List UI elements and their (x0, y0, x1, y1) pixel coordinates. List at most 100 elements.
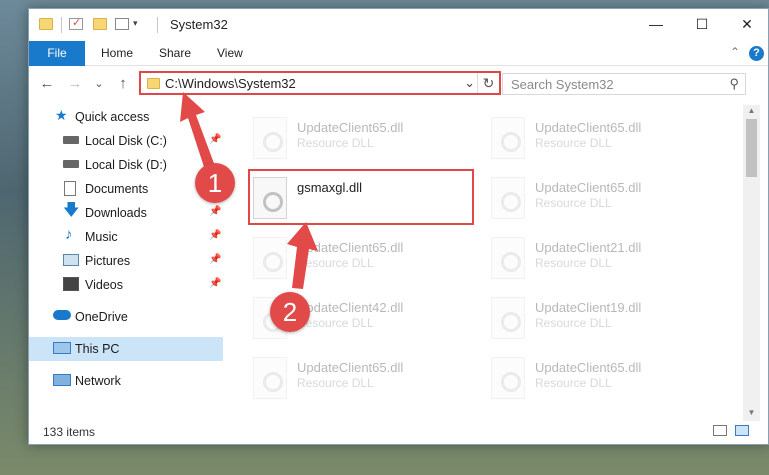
address-dropdown-icon[interactable]: ⌄ (464, 75, 475, 91)
sidebar-item-label: Quick access (75, 110, 150, 124)
dll-file-icon (253, 237, 287, 279)
customize-toolbar-icon[interactable] (115, 18, 129, 30)
tab-view[interactable]: View (207, 41, 253, 66)
sidebar-item-pictures[interactable]: Pictures 📌 (29, 249, 223, 273)
address-path[interactable]: C:\Windows\System32 (165, 76, 296, 91)
file-type: Resource DLL (297, 256, 374, 270)
minimize-button[interactable]: — (633, 9, 679, 39)
file-name: UpdateClient65.dll (535, 120, 642, 135)
sidebar-item-label: Videos (85, 278, 123, 292)
file-item[interactable]: UpdateClient65.dll Resource DLL (247, 355, 477, 411)
dll-file-icon (491, 357, 525, 399)
file-name: UpdateClient65.dll (297, 360, 404, 375)
sidebar-item-music[interactable]: ♪ Music 📌 (29, 225, 223, 249)
item-count: 133 items (43, 425, 96, 439)
cloud-icon (53, 310, 71, 320)
file-name: UpdateClient65.dll (535, 360, 642, 375)
file-list: UpdateClient65.dll Resource DLL gsmaxgl.… (223, 105, 743, 405)
tab-file[interactable]: File (29, 41, 85, 66)
star-icon: ★ (55, 107, 68, 123)
maximize-button[interactable]: ☐ (679, 9, 725, 39)
chevron-down-icon[interactable]: ▾ (133, 18, 138, 29)
sidebar-item-local-disk-c[interactable]: Local Disk (C:) 📌 (29, 129, 223, 153)
folder-icon (39, 18, 53, 30)
sidebar-item-label: Music (85, 230, 118, 244)
sidebar-item-label: Local Disk (D:) (85, 158, 167, 172)
help-icon[interactable]: ? (749, 46, 764, 61)
up-button[interactable]: ↑ (113, 75, 133, 92)
search-input[interactable]: Search System32 ⚲ (502, 73, 746, 95)
tab-home[interactable]: Home (91, 41, 143, 66)
close-button[interactable]: ✕ (724, 9, 769, 39)
file-name: UpdateClient65.dll (535, 180, 642, 195)
videos-icon (63, 277, 79, 291)
sidebar-item-local-disk-d[interactable]: Local Disk (D:) (29, 153, 223, 177)
file-type: Resource DLL (297, 136, 374, 150)
file-type: Resource DLL (535, 256, 612, 270)
file-type: Resource DLL (535, 376, 612, 390)
sidebar-item-downloads[interactable]: 🡇 Downloads 📌 (29, 201, 223, 225)
sidebar-item-label: Local Disk (C:) (85, 134, 167, 148)
scroll-up-icon[interactable]: ▲ (743, 103, 760, 119)
sidebar-item-this-pc[interactable]: This PC (29, 337, 223, 361)
divider (61, 17, 62, 33)
divider (157, 17, 158, 33)
sidebar-item-label: OneDrive (75, 310, 128, 324)
new-folder-icon[interactable] (93, 18, 107, 30)
dll-file-icon (253, 357, 287, 399)
file-item[interactable]: UpdateClient65.dll Resource DLL (247, 115, 477, 171)
dll-file-icon (491, 297, 525, 339)
file-item[interactable]: UpdateClient65.dll Resource DLL (485, 115, 715, 171)
file-type: Resource DLL (535, 316, 612, 330)
sidebar-item-label: Network (75, 374, 121, 388)
file-name: UpdateClient21.dll (535, 240, 642, 255)
highlight-box (248, 169, 474, 225)
sidebar-item-label: Pictures (85, 254, 131, 268)
sidebar-item-documents[interactable]: Documents 📌 (29, 177, 223, 201)
step-1-badge: 1 (195, 163, 235, 203)
window-title: System32 (170, 17, 228, 32)
file-item[interactable]: UpdateClient65.dll Resource DLL (247, 235, 477, 291)
pin-icon[interactable]: 📌 (209, 206, 221, 217)
documents-icon (64, 181, 76, 196)
file-type: Resource DLL (535, 196, 612, 210)
sidebar-item-onedrive[interactable]: OneDrive (29, 305, 223, 329)
folder-icon (147, 78, 160, 89)
network-icon (53, 374, 71, 386)
search-icon[interactable]: ⚲ (729, 76, 739, 92)
file-item[interactable]: UpdateClient65.dll Resource DLL (485, 355, 715, 411)
file-name: UpdateClient65.dll (297, 240, 404, 255)
navigation-bar: ← → ⌄ ↑ C:\Windows\System32 ⌄ ↻ Search S… (29, 67, 768, 101)
file-item[interactable]: UpdateClient21.dll Resource DLL (485, 235, 715, 291)
explorer-window: ✓ ▾ System32 — ☐ ✕ File Home Share View … (28, 8, 769, 445)
tab-share[interactable]: Share (149, 41, 201, 66)
sidebar-item-videos[interactable]: Videos 📌 (29, 273, 223, 297)
address-bar[interactable]: C:\Windows\System32 ⌄ ↻ (139, 71, 501, 95)
dll-file-icon (491, 117, 525, 159)
pin-icon[interactable]: 📌 (209, 278, 221, 289)
dll-file-icon (491, 237, 525, 279)
pin-icon[interactable]: 📌 (209, 134, 221, 145)
large-icons-view-icon[interactable] (735, 425, 749, 436)
scroll-thumb[interactable] (746, 119, 757, 177)
back-button[interactable]: ← (37, 75, 57, 92)
search-placeholder: Search System32 (511, 77, 614, 92)
sidebar-item-network[interactable]: Network (29, 369, 223, 393)
pin-icon[interactable]: 📌 (209, 254, 221, 265)
details-view-icon[interactable] (713, 425, 727, 436)
file-item[interactable]: UpdateClient65.dll Resource DLL (485, 175, 715, 231)
music-icon: ♪ (65, 226, 73, 243)
forward-button[interactable]: → (65, 75, 85, 92)
drive-icon (63, 160, 79, 168)
refresh-button[interactable]: ↻ (477, 73, 499, 93)
recent-locations-button[interactable]: ⌄ (89, 77, 109, 90)
chevron-up-icon[interactable]: ⌃ (730, 45, 740, 59)
pin-icon[interactable]: 📌 (209, 230, 221, 241)
computer-icon (53, 342, 71, 354)
download-icon: 🡇 (63, 202, 80, 219)
vertical-scrollbar[interactable]: ▲ ▼ (743, 105, 760, 421)
file-item[interactable]: UpdateClient19.dll Resource DLL (485, 295, 715, 351)
sidebar-item-quick-access[interactable]: ★ Quick access (29, 105, 223, 129)
properties-icon[interactable]: ✓ (69, 17, 83, 30)
pictures-icon (63, 254, 79, 266)
